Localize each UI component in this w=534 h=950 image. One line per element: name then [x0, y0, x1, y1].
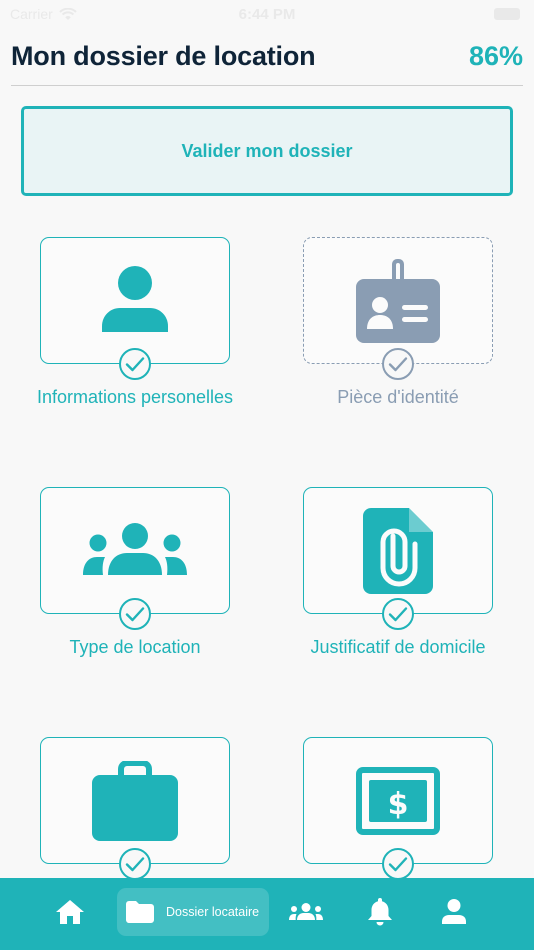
card-proof-of-address-box[interactable]: [303, 487, 493, 614]
card-personal-info-box[interactable]: [40, 237, 230, 364]
home-icon: [56, 900, 84, 924]
check-icon: [382, 598, 414, 630]
progress-percentage: 86%: [468, 40, 523, 71]
tab-notifications[interactable]: [360, 888, 400, 936]
tab-home[interactable]: [50, 888, 90, 936]
check-icon: [382, 848, 414, 880]
user-icon: [442, 899, 466, 924]
user-icon: [102, 265, 168, 332]
tab-dossier-label: Dossier locataire: [166, 905, 260, 919]
status-bar: Carrier 6:44 PM: [0, 0, 534, 28]
card-label: Justificatif de domicile: [310, 637, 486, 657]
header-divider: [11, 85, 523, 86]
check-icon: [119, 848, 151, 880]
money-bill-icon: $: [356, 766, 440, 835]
briefcase-icon: [92, 760, 178, 841]
validate-dossier-button[interactable]: Valider mon dossier: [21, 106, 513, 196]
id-badge-icon: [356, 258, 440, 343]
file-attachment-icon: [363, 507, 433, 594]
header: Mon dossier de location 86%: [11, 38, 523, 74]
bell-icon: [368, 898, 392, 926]
check-icon: [119, 598, 151, 630]
svg-text:$: $: [388, 787, 409, 822]
bottom-tab-bar: Dossier locataire: [0, 878, 534, 950]
card-label: Type de location: [69, 637, 201, 657]
card-income-box[interactable]: $: [303, 737, 493, 864]
page-title: Mon dossier de location: [11, 40, 316, 71]
card-label: Informations personelles: [36, 387, 234, 407]
card-professional-situation-box[interactable]: [40, 737, 230, 864]
tab-profile[interactable]: [434, 888, 474, 936]
users-icon: [83, 522, 187, 575]
card-identity-box[interactable]: [303, 237, 493, 364]
tab-dossier[interactable]: Dossier locataire: [117, 888, 269, 936]
check-icon: [382, 348, 414, 380]
status-time: 6:44 PM: [238, 5, 296, 23]
card-label: Pièce d'identité: [337, 387, 459, 407]
folder-icon: [126, 901, 154, 923]
card-rental-type-box[interactable]: [40, 487, 230, 614]
users-icon: [289, 903, 323, 920]
tab-groups[interactable]: [286, 888, 326, 936]
check-icon: [119, 348, 151, 380]
